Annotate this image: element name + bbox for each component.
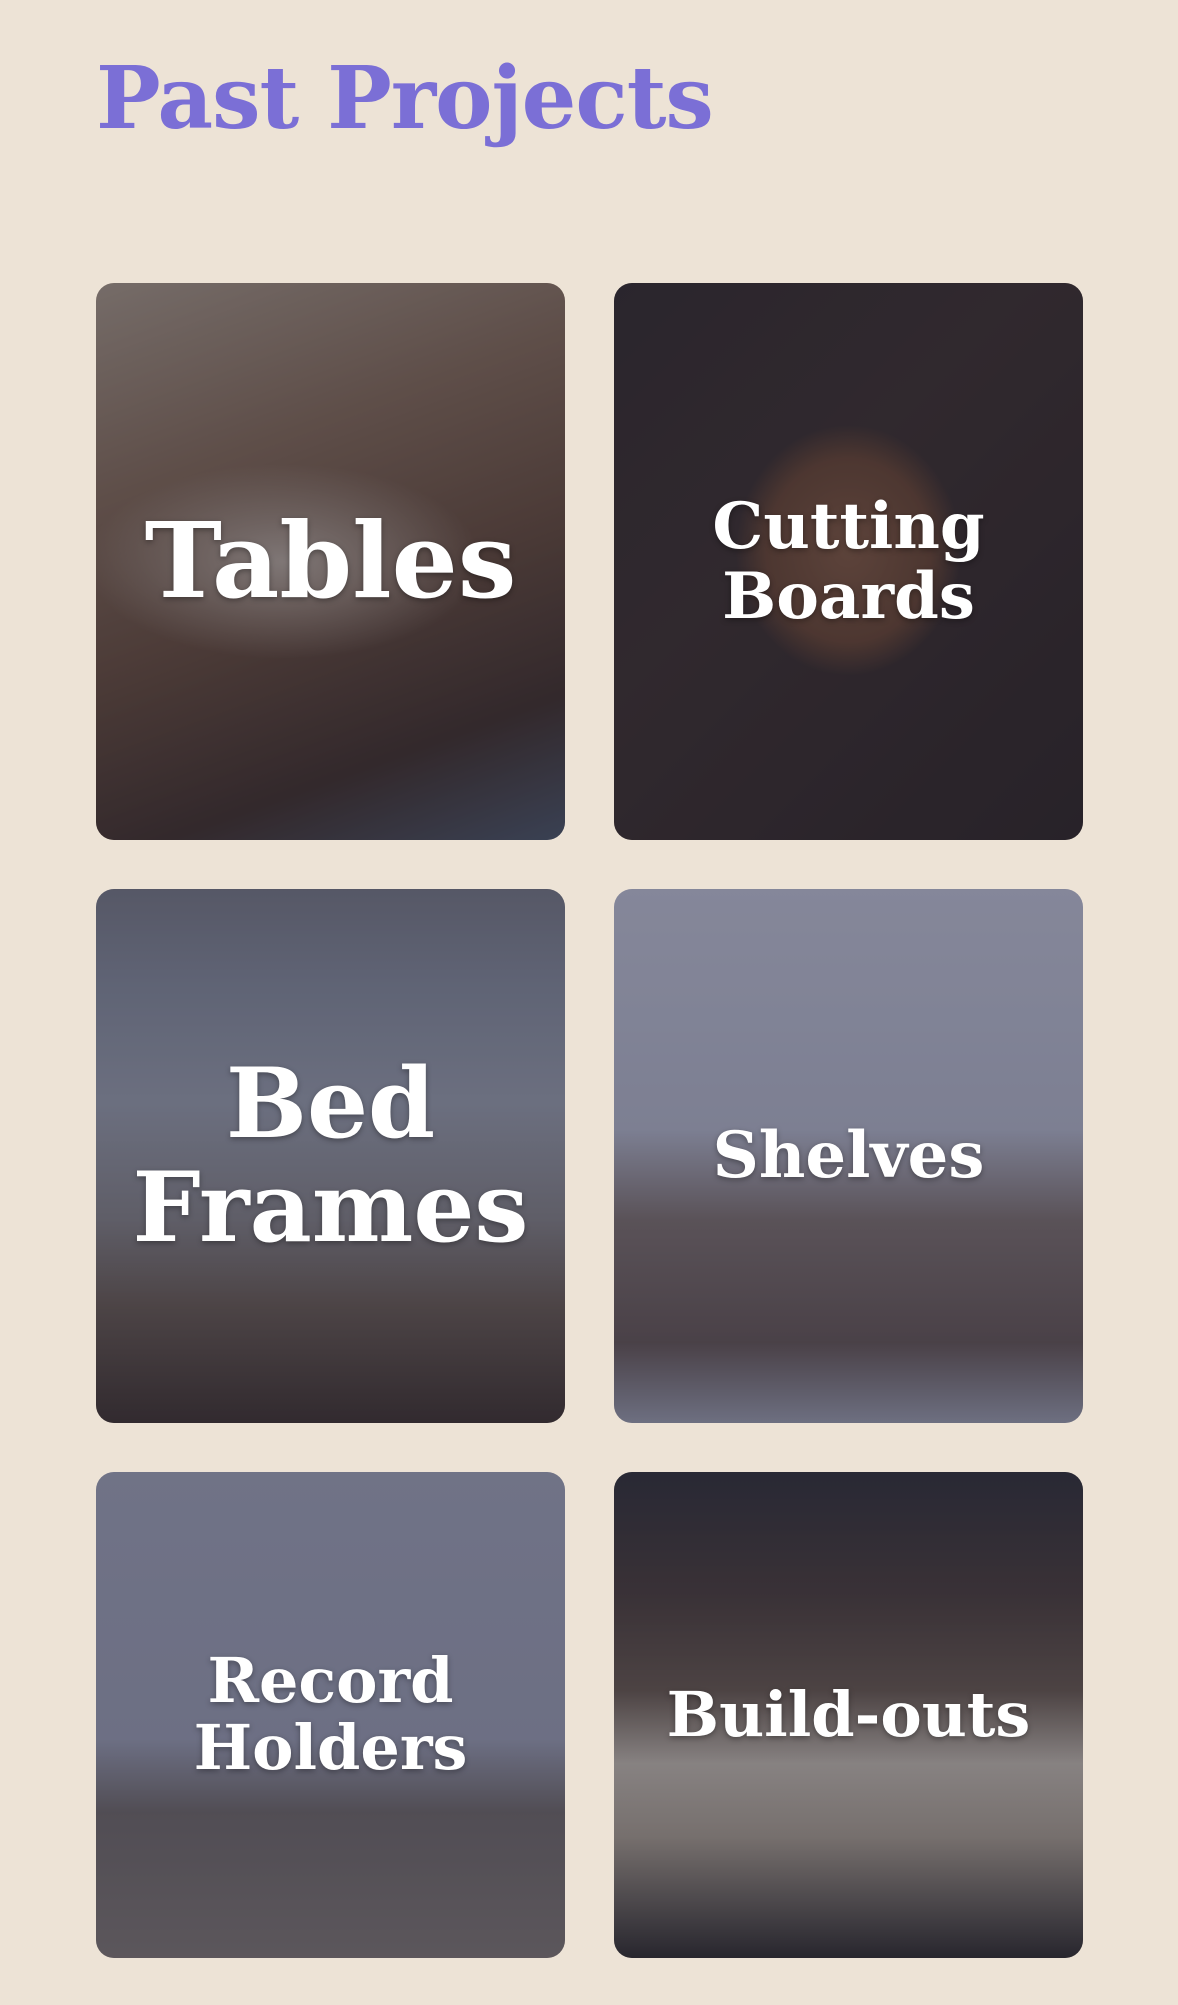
project-card-label: Shelves xyxy=(712,1118,985,1194)
project-card-bed-frames[interactable]: Bed Frames xyxy=(96,889,565,1423)
page-title: Past Projects xyxy=(96,48,714,149)
project-card-tables[interactable]: Tables xyxy=(96,283,565,840)
project-card-label: Cutting Boards xyxy=(712,489,985,634)
project-card-label: Bed Frames xyxy=(132,1047,529,1264)
project-card-shelves[interactable]: Shelves xyxy=(614,889,1083,1423)
project-card-cutting-boards[interactable]: Cutting Boards xyxy=(614,283,1083,840)
project-card-record-holders[interactable]: Record Holders xyxy=(96,1472,565,1958)
project-card-label: Build-outs xyxy=(666,1677,1031,1751)
project-card-build-outs[interactable]: Build-outs xyxy=(614,1472,1083,1958)
project-card-label: Record Holders xyxy=(193,1644,468,1784)
project-card-label: Tables xyxy=(144,499,517,623)
